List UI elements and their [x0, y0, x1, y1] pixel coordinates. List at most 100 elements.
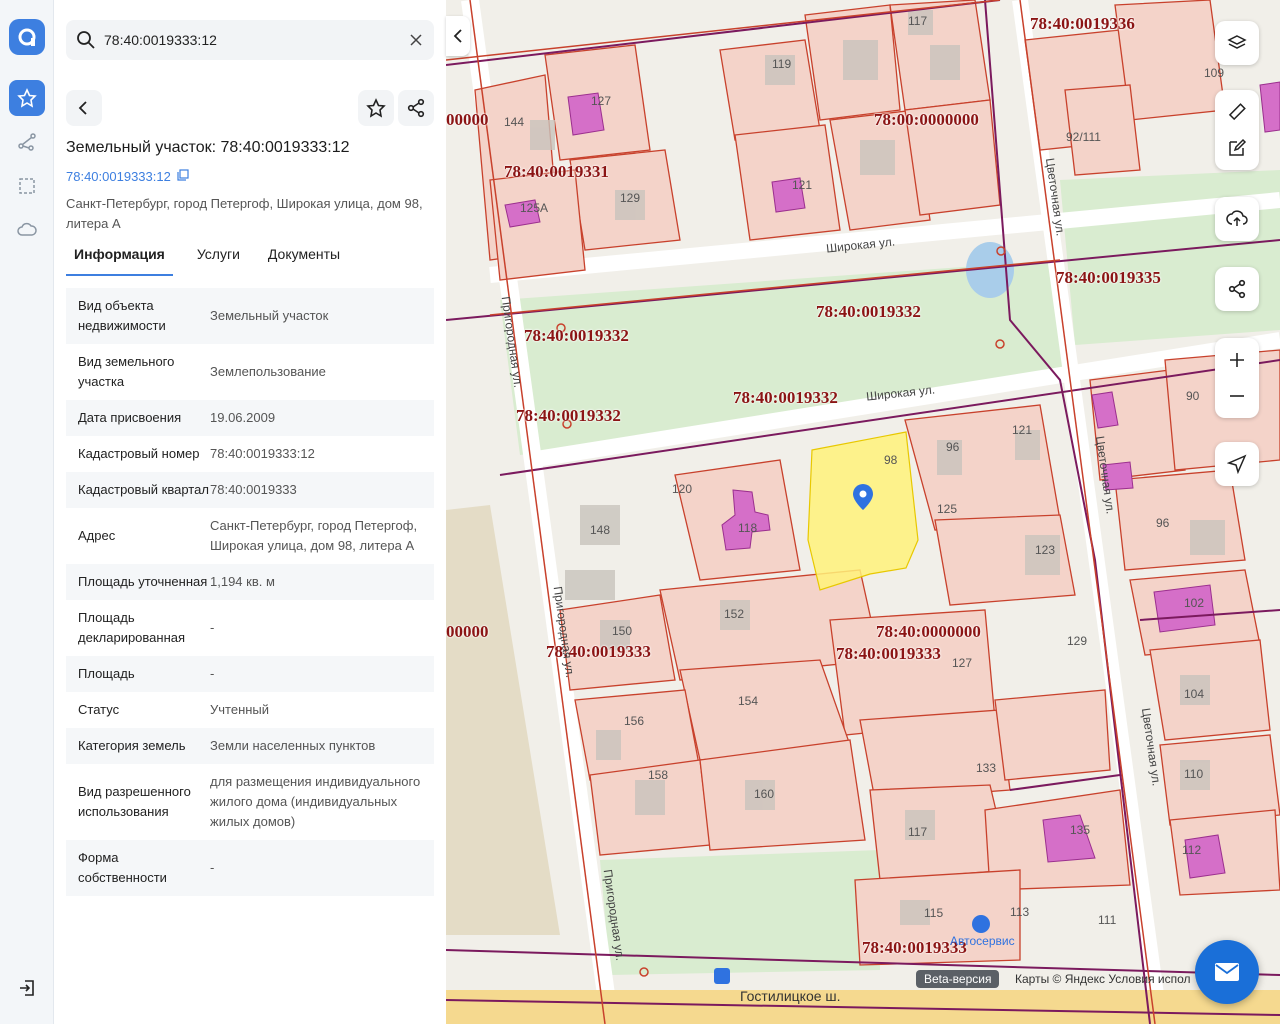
tab-info[interactable]: Информация	[66, 240, 173, 276]
info-key: Кадастровый номер	[78, 446, 200, 461]
favorites-icon[interactable]	[9, 80, 45, 116]
house-number: 125	[937, 502, 958, 516]
cadastral-label: 00000	[446, 622, 489, 641]
info-value: -	[210, 620, 215, 635]
house-number: 110	[1184, 767, 1204, 781]
info-row: Площадь декларированная -	[66, 600, 434, 656]
house-number: 96	[946, 440, 960, 454]
car-service-icon[interactable]	[972, 915, 990, 933]
house-number: 117	[908, 14, 928, 28]
beta-badge: Beta-версия	[916, 970, 1000, 988]
back-button[interactable]	[66, 90, 102, 126]
house-number: 119	[772, 57, 792, 71]
tools-group	[1215, 90, 1259, 170]
house-number: 123	[1035, 543, 1056, 557]
cadastral-label: 78:40:0000000	[876, 622, 981, 641]
map-attribution[interactable]: Карты © Яндекс Условия испол	[1015, 972, 1191, 986]
info-value: 78:40:0019333:12	[210, 446, 315, 461]
selection-icon[interactable]	[9, 168, 45, 204]
house-number: 160	[754, 787, 775, 801]
app: Земельный участок: 78:40:0019333:12 78:4…	[0, 0, 1280, 1024]
cadastral-label: 78:40:0019331	[504, 162, 609, 181]
favorite-button[interactable]	[358, 90, 394, 126]
house-number: 135	[1070, 823, 1091, 837]
page-title: Земельный участок: 78:40:0019333:12	[66, 139, 350, 156]
house-number: 148	[590, 523, 611, 537]
route-icon[interactable]	[9, 124, 45, 160]
house-number: 121	[1012, 423, 1033, 437]
info-value: для размещения индивидуального жилого до…	[210, 774, 421, 829]
info-row: Кадастровый номер 78:40:0019333:12	[66, 436, 434, 472]
tab-services[interactable]: Услуги	[189, 240, 248, 276]
house-number: 118	[738, 521, 758, 535]
feedback-button[interactable]	[1195, 940, 1259, 1004]
info-key: Вид объекта недвижимости	[78, 298, 166, 333]
info-key: Адрес	[78, 528, 116, 543]
street-label: Гостилицкое ш.	[740, 988, 841, 1004]
address-text: Санкт-Петербург, город Петергоф, Широкая…	[66, 196, 423, 231]
info-row: Вид разрешенного использования для размещ…	[66, 764, 434, 840]
left-rail	[0, 0, 54, 1024]
info-table: Вид объекта недвижимости Земельный участо…	[66, 288, 434, 896]
search-icon	[76, 30, 96, 55]
house-number: 113	[1010, 905, 1030, 919]
search-input[interactable]	[104, 20, 394, 60]
zoom-out-icon[interactable]	[1227, 386, 1247, 411]
info-key: Дата присвоения	[78, 410, 182, 425]
app-logo[interactable]	[9, 19, 45, 55]
house-number: 109	[1204, 66, 1225, 80]
cadastral-label: 78:40:0019335	[1056, 268, 1161, 287]
ruler-icon[interactable]	[1227, 102, 1247, 127]
info-value: -	[210, 666, 215, 681]
map-canvas[interactable]: 78:40:0019336 78:00:0000000 78:40:001933…	[446, 0, 1280, 1024]
house-number: 127	[591, 94, 612, 108]
info-row: Статус Учтенный	[66, 692, 434, 728]
house-number: 96	[1156, 516, 1170, 530]
search-bar	[66, 20, 434, 60]
info-key: Площадь уточненная	[78, 574, 208, 589]
info-key: Площадь	[78, 666, 135, 681]
clear-icon[interactable]	[406, 30, 426, 50]
cadastral-link[interactable]: 78:40:0019333:12	[66, 169, 189, 184]
cadastral-label: 78:40:0019332	[524, 326, 629, 345]
layers-button[interactable]	[1215, 21, 1259, 65]
info-row: Адрес Санкт-Петербург, город Петергоф, Ши…	[66, 508, 434, 564]
poi-label[interactable]: Автосервис	[950, 934, 1015, 948]
zoom-in-icon[interactable]	[1227, 350, 1247, 375]
tab-documents[interactable]: Документы	[260, 240, 348, 276]
info-value: 19.06.2009	[210, 410, 276, 425]
zoom-group	[1215, 338, 1259, 418]
info-value: -	[210, 860, 215, 875]
info-value: Земельный участок	[210, 308, 329, 323]
house-number: 158	[648, 768, 669, 782]
house-number: 156	[624, 714, 645, 728]
house-number: 154	[738, 694, 759, 708]
share-button[interactable]	[398, 90, 434, 126]
info-row: Категория земель Земли населенных пунктов	[66, 728, 434, 764]
info-row: Вид объекта недвижимости Земельный участо…	[66, 288, 434, 344]
house-number: 152	[724, 607, 745, 621]
cloud-icon[interactable]	[9, 212, 45, 248]
house-number: 90	[1186, 389, 1200, 403]
info-row: Вид земельного участка Землепользование	[66, 344, 434, 400]
geolocate-button[interactable]	[1215, 442, 1259, 486]
selected-parcel[interactable]	[807, 431, 919, 591]
bus-stop-icon[interactable]	[714, 968, 730, 984]
cadastral-label: 00000	[446, 110, 489, 129]
house-number: 129	[1067, 634, 1088, 648]
info-row: Площадь уточненная 1,194 кв. м	[66, 564, 434, 600]
collapse-panel-button[interactable]	[446, 16, 470, 56]
house-number: 111	[1098, 913, 1117, 927]
map-share-button[interactable]	[1215, 267, 1259, 311]
cadastral-label: 78:40:0019332	[816, 302, 921, 321]
logout-icon[interactable]	[15, 976, 39, 1000]
info-key: Вид земельного участка	[78, 354, 175, 389]
cadastral-link-text[interactable]: 78:40:0019333:12	[66, 169, 171, 184]
copy-icon[interactable]	[177, 169, 189, 184]
edit-icon[interactable]	[1227, 138, 1247, 163]
house-number: 144	[504, 115, 525, 129]
info-row: Площадь -	[66, 656, 434, 692]
upload-button[interactable]	[1215, 197, 1259, 241]
cadastral-label: 78:00:0000000	[874, 110, 979, 129]
house-number: 125А	[520, 201, 549, 215]
